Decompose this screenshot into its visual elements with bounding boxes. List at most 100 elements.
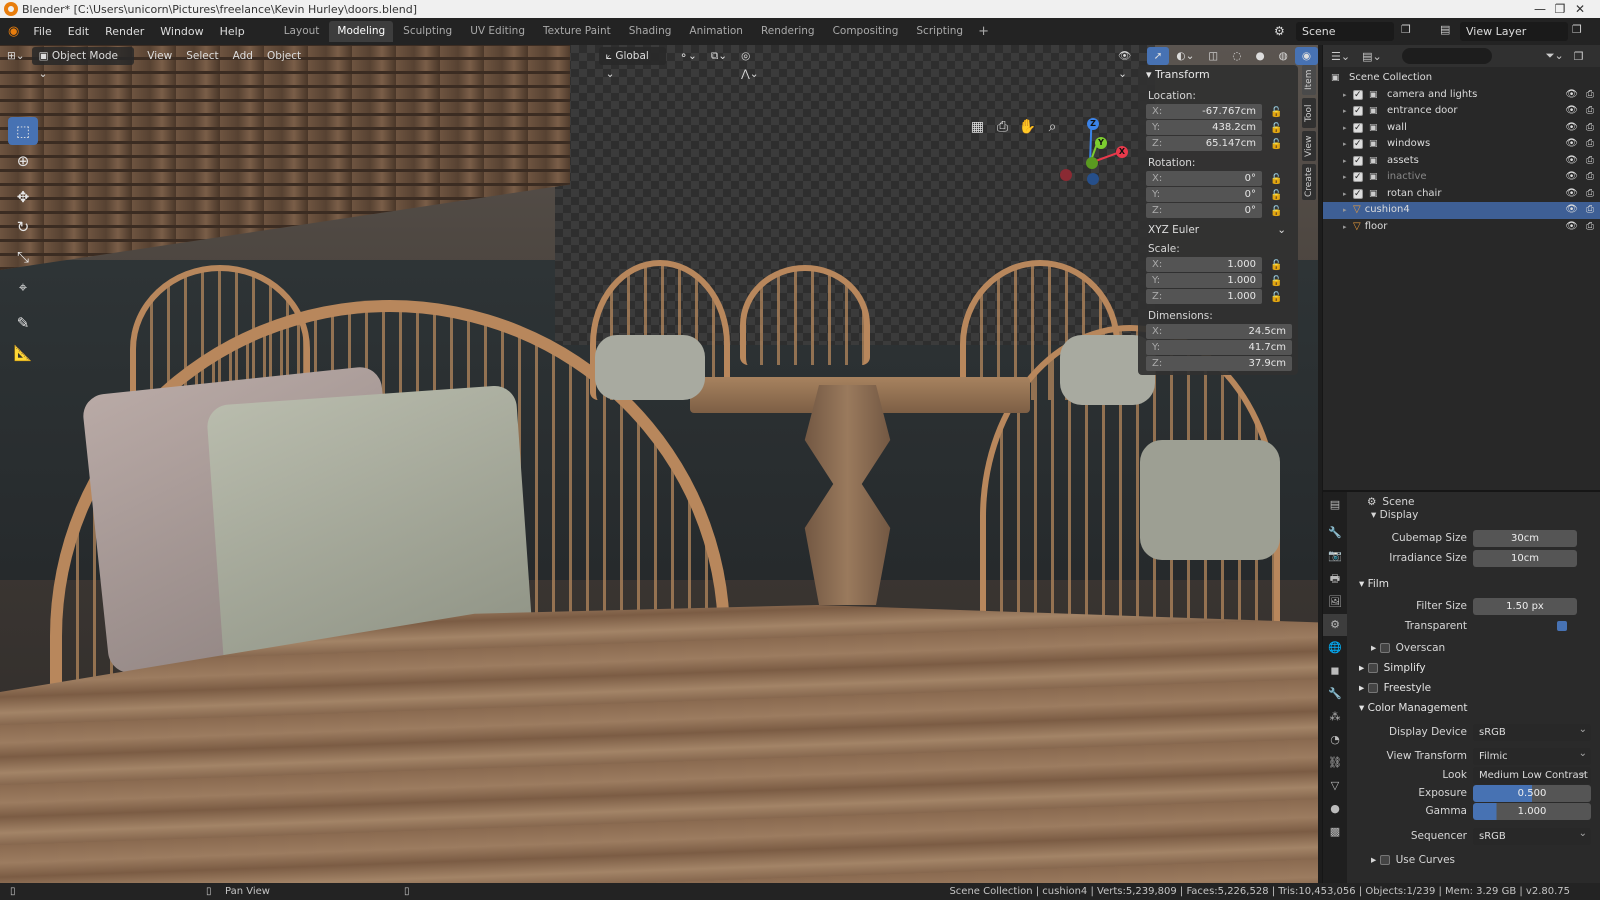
visibility-eye-icon[interactable]: 👁 xyxy=(1565,120,1578,137)
expand-arrow-icon[interactable]: ▸ xyxy=(1343,186,1353,203)
expand-arrow-icon[interactable]: ▸ xyxy=(1343,202,1353,219)
transform-orientation-dropdown[interactable]: ⟀ Global ⌄ xyxy=(598,47,667,80)
color-management-section[interactable]: ▾ Color Management xyxy=(1349,698,1600,718)
menu-window[interactable]: Window xyxy=(152,18,211,45)
proportional-edit-icon[interactable]: ◎ ⋀⌄ xyxy=(734,47,777,80)
tab-rendering[interactable]: Rendering xyxy=(753,21,823,42)
location-y-field[interactable]: Y: 438.2cm xyxy=(1146,120,1262,135)
scale-y-field[interactable]: Y: 1.000 xyxy=(1146,273,1262,288)
use-curves-checkbox[interactable] xyxy=(1379,855,1390,865)
outliner-row-camera-and-lights[interactable]: ▸ ▣ camera and lights 👁 ⎙ xyxy=(1323,87,1600,104)
tab-uv-editing[interactable]: UV Editing xyxy=(462,21,533,42)
display-device-dropdown[interactable]: sRGB xyxy=(1473,721,1591,741)
rotation-z-field[interactable]: Z: 0° xyxy=(1146,203,1262,218)
overlays-icon[interactable]: ◐⌄ xyxy=(1169,47,1201,65)
scale-z-field[interactable]: Z: 1.000 xyxy=(1146,289,1262,304)
lock-icon[interactable]: 🔓 xyxy=(1270,107,1284,118)
gizmo-neg-z[interactable] xyxy=(1087,173,1099,185)
outliner-row-cushion4[interactable]: ▸ ▽ cushion4 👁 ⎙ xyxy=(1323,202,1600,219)
render-camera-icon[interactable]: ⎙ xyxy=(1586,103,1594,120)
data-tab-icon[interactable]: ▽ xyxy=(1323,775,1347,797)
gamma-slider[interactable]: 1.000 xyxy=(1473,802,1591,820)
menu-edit[interactable]: Edit xyxy=(60,18,97,45)
outliner-search-input[interactable] xyxy=(1401,48,1492,64)
tab-layout[interactable]: Layout xyxy=(276,21,328,42)
expand-arrow-icon[interactable]: ▸ xyxy=(1343,87,1353,104)
world-tab-icon[interactable]: 🌐 xyxy=(1323,637,1347,659)
expand-arrow-icon[interactable]: ▸ xyxy=(1343,169,1353,186)
render-camera-icon[interactable]: ⎙ xyxy=(1586,87,1594,104)
menu-select[interactable]: Select xyxy=(179,47,225,65)
scene-field[interactable]: Scene xyxy=(1296,22,1394,41)
outliner-editor-icon[interactable]: ☰⌄ xyxy=(1331,50,1350,63)
expand-arrow-icon[interactable]: ▸ xyxy=(1343,219,1353,236)
tab-item[interactable]: Item xyxy=(1302,65,1316,95)
lock-icon[interactable]: 🔓 xyxy=(1270,174,1284,185)
expand-arrow-icon[interactable]: ▸ xyxy=(1343,103,1353,120)
visibility-eye-icon[interactable]: 👁 xyxy=(1565,153,1578,170)
visibility-eye-icon[interactable]: 👁 xyxy=(1565,219,1578,236)
lock-icon[interactable]: 🔓 xyxy=(1270,260,1284,271)
filter-size-field[interactable]: 1.50 px xyxy=(1473,597,1577,615)
exclude-checkbox[interactable] xyxy=(1353,186,1363,202)
tab-view[interactable]: View xyxy=(1302,131,1316,161)
transform-tool-icon[interactable]: ⌖ xyxy=(8,273,38,301)
tab-modeling[interactable]: Modeling xyxy=(329,21,394,42)
expand-arrow-icon[interactable]: ▸ xyxy=(1343,136,1353,153)
scene-tab-icon[interactable]: ⚙ xyxy=(1323,614,1347,636)
outliner-row-windows[interactable]: ▸ ▣ windows 👁 ⎙ xyxy=(1323,136,1600,153)
exclude-checkbox[interactable] xyxy=(1353,136,1363,153)
look-dropdown[interactable]: Medium Low Contrast xyxy=(1473,764,1591,784)
select-box-tool-icon[interactable]: ⬚ xyxy=(8,117,38,145)
gizmo-z-label[interactable]: Z xyxy=(1087,118,1099,130)
freestyle-checkbox[interactable] xyxy=(1367,683,1378,693)
lock-icon[interactable]: 🔓 xyxy=(1270,123,1284,134)
overscan-checkbox[interactable] xyxy=(1379,643,1390,653)
use-curves-section[interactable]: ▸ Use Curves xyxy=(1349,850,1600,870)
view-layer-icon[interactable]: ▤ xyxy=(1440,23,1450,36)
tab-compositing[interactable]: Compositing xyxy=(825,21,907,42)
editor-type-icon[interactable]: ⊞⌄ xyxy=(0,47,32,65)
tab-texture-paint[interactable]: Texture Paint xyxy=(535,21,619,42)
visibility-eye-icon[interactable]: 👁 xyxy=(1565,87,1578,104)
new-scene-icon[interactable]: ❐ xyxy=(1401,23,1411,36)
location-z-field[interactable]: Z: 65.147cm xyxy=(1146,136,1262,151)
overscan-section[interactable]: ▸ Overscan xyxy=(1349,638,1600,658)
render-camera-icon[interactable]: ⎙ xyxy=(1586,136,1594,153)
gizmo-toggle-icon[interactable]: ➚ xyxy=(1146,47,1170,65)
gizmo-x-label[interactable]: X xyxy=(1116,146,1128,158)
add-workspace-button[interactable]: + xyxy=(972,24,995,39)
location-x-field[interactable]: X: -67.767cm xyxy=(1146,104,1262,119)
object-tab-icon[interactable]: ◼ xyxy=(1323,660,1347,682)
menu-file[interactable]: File xyxy=(25,18,59,45)
lock-icon[interactable]: 🔓 xyxy=(1270,292,1284,303)
lock-icon[interactable]: 🔓 xyxy=(1270,190,1284,201)
render-camera-icon[interactable]: ⎙ xyxy=(1586,153,1594,170)
gizmo-y-label[interactable]: Y xyxy=(1095,137,1107,149)
dimension-z-field[interactable]: Z: 37.9cm xyxy=(1146,356,1292,371)
simplify-section[interactable]: ▸ Simplify xyxy=(1349,658,1600,678)
snap-icon[interactable]: ⧉⌄ xyxy=(704,47,734,65)
exposure-slider[interactable]: 0.500 xyxy=(1473,784,1591,802)
outliner-row-scene-collection[interactable]: ▣ Scene Collection xyxy=(1323,70,1600,87)
visibility-eye-icon[interactable]: 👁 xyxy=(1565,103,1578,120)
material-tab-icon[interactable]: ● xyxy=(1323,798,1347,820)
display-section[interactable]: ▾ Display xyxy=(1349,508,1600,522)
constraints-tab-icon[interactable]: ⛓ xyxy=(1323,752,1347,774)
menu-render[interactable]: Render xyxy=(97,18,152,45)
visibility-eye-icon[interactable]: 👁 xyxy=(1565,169,1578,186)
tab-scripting[interactable]: Scripting xyxy=(908,21,971,42)
pivot-point-icon[interactable]: ⚬⌄ xyxy=(672,47,704,65)
transform-panel-header[interactable]: ▾ Transform xyxy=(1138,65,1298,85)
render-camera-icon[interactable]: ⎙ xyxy=(1586,219,1594,236)
shading-rendered-icon[interactable]: ◉ xyxy=(1294,47,1318,65)
close-button[interactable]: ✕ xyxy=(1560,0,1600,18)
shading-wireframe-icon[interactable]: ◌ xyxy=(1225,47,1248,65)
new-collection-icon[interactable]: ❐ xyxy=(1574,50,1584,63)
3d-viewport[interactable]: ⬚ ⊕ ✥ ↻ ⤡ ⌖ ✎ 📐 ▦ ⎙ ✋ ⌕ Z Y X xyxy=(0,45,1318,883)
menu-object[interactable]: Object xyxy=(260,47,308,65)
outliner-row-rotan-chair[interactable]: ▸ ▣ rotan chair 👁 ⎙ xyxy=(1323,186,1600,203)
tab-animation[interactable]: Animation xyxy=(681,21,751,42)
tab-create[interactable]: Create xyxy=(1302,164,1316,200)
visibility-eye-icon[interactable]: 👁 xyxy=(1565,186,1578,203)
